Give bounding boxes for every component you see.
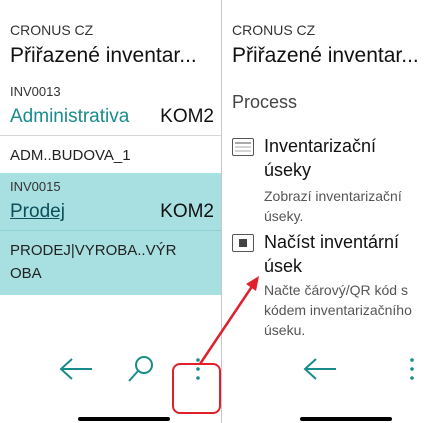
arrow-left-icon <box>59 358 92 380</box>
action-description: Zobrazí inventarizační úseky. <box>264 188 402 224</box>
more-button[interactable] <box>394 351 430 387</box>
company-name: CRONUS CZ <box>232 22 316 38</box>
record-number: INV0013 <box>10 84 61 99</box>
list-item-selected[interactable]: INV0015 Prodej KOM2 PRODEJ|VYROBA..VÝR O… <box>0 173 222 295</box>
list-icon <box>232 138 254 156</box>
right-screen: CRONUS CZ Přiřazené inventar... Process … <box>222 0 435 423</box>
record-location: KOM2 <box>160 201 214 222</box>
arrow-left-icon <box>303 358 336 380</box>
back-button[interactable] <box>302 351 338 387</box>
home-indicator <box>300 417 392 421</box>
action-label: Načíst inventární úsek <box>264 232 400 276</box>
search-icon <box>128 356 153 382</box>
record-name[interactable]: Prodej <box>10 201 65 223</box>
record-name[interactable]: Administrativa <box>10 106 129 128</box>
divider <box>0 230 222 231</box>
scan-icon <box>232 234 254 252</box>
action-description: Načte čárový/QR kód s kódem inventarizač… <box>264 282 412 338</box>
record-description: PRODEJ|VYROBA..VÝR OBA <box>10 242 177 282</box>
section-heading: Process <box>232 92 298 112</box>
page-title: Přiřazené inventar... <box>232 44 419 67</box>
back-button[interactable] <box>58 351 94 387</box>
record-number: INV0015 <box>10 179 61 194</box>
record-description: ADM..BUDOVA_1 <box>10 147 131 164</box>
list-item[interactable]: INV0013 Administrativa KOM2 ADM..BUDOVA_… <box>0 78 222 172</box>
page-title: Přiřazené inventar... <box>10 44 197 67</box>
more-vertical-icon <box>410 358 414 380</box>
more-vertical-icon <box>196 358 200 380</box>
bottom-nav <box>222 343 435 423</box>
action-label: Inventarizační úseky <box>264 136 377 180</box>
record-location: KOM2 <box>160 106 214 127</box>
divider <box>0 135 222 136</box>
company-name: CRONUS CZ <box>10 22 94 38</box>
left-screen: CRONUS CZ Přiřazené inventar... INV0013 … <box>0 0 222 423</box>
bottom-nav <box>0 343 222 423</box>
search-button[interactable] <box>122 351 158 387</box>
more-button[interactable] <box>180 351 216 387</box>
home-indicator <box>78 417 170 421</box>
